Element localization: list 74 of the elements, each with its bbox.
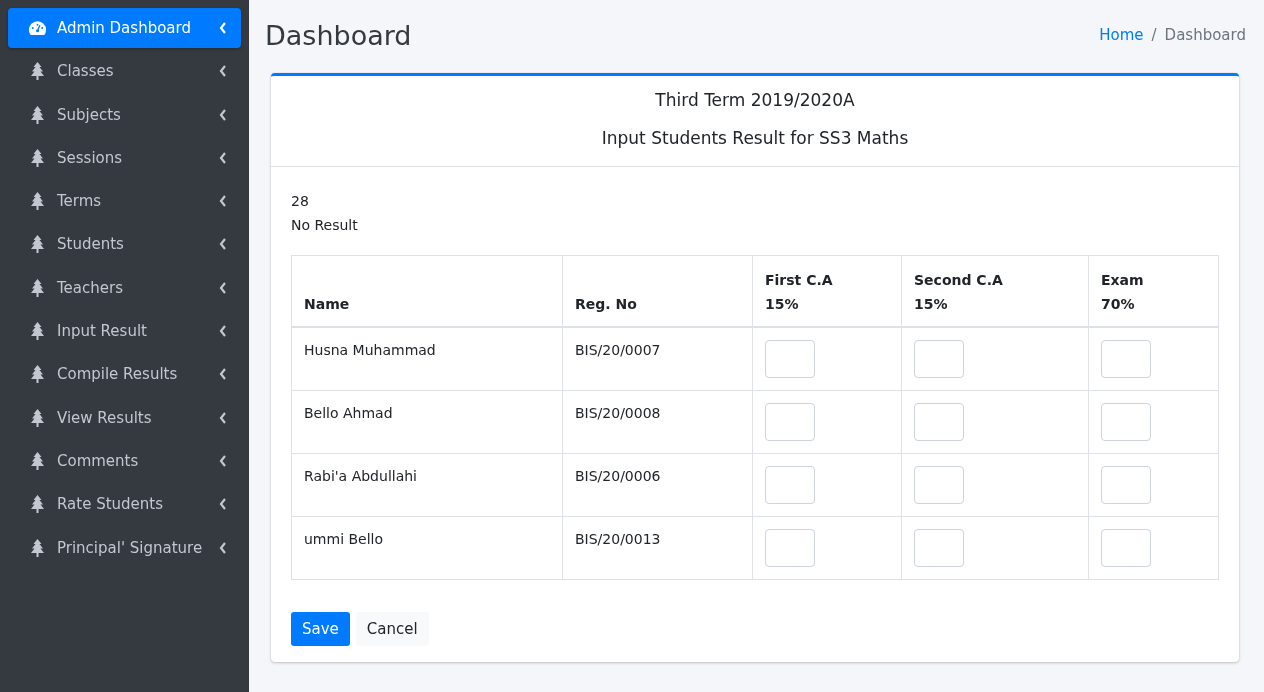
sidebar-item[interactable]: Admin Dashboard [8,8,241,48]
chevron-left-icon [219,151,227,164]
tree-icon [28,538,47,557]
score-input[interactable] [914,403,964,441]
sidebar-item[interactable]: Subjects [8,94,241,135]
cancel-button[interactable]: Cancel [355,612,429,646]
score-input[interactable] [765,466,815,504]
chevron-left-icon [219,22,227,34]
breadcrumb-separator: / [1151,26,1157,44]
table-cell: Bello Ahmad [291,390,563,454]
chevron-left-icon [219,238,227,251]
tree-icon [28,192,47,211]
breadcrumb-current: Dashboard [1164,26,1246,44]
tree-icon [28,62,47,81]
sidebar-item[interactable]: Terms [8,181,241,222]
chevron-left-icon [219,368,227,381]
chevron-left-icon [219,281,227,294]
table-cell: Husna Muhammad [291,327,563,391]
term-title: Third Term 2019/2020A [654,90,856,110]
table-cell: BIS/20/0006 [562,453,753,517]
score-input[interactable] [1101,403,1151,441]
score-input[interactable] [765,529,815,567]
column-header: Second C.A 15% [901,255,1089,327]
sidebar-item[interactable]: Compile Results [8,354,241,395]
tree-icon [28,105,47,124]
tree-icon [28,365,47,384]
table-cell: ummi Bello [291,516,563,580]
score-input[interactable] [1101,340,1151,378]
chevron-left-icon [219,454,227,467]
save-button[interactable]: Save [291,612,350,646]
chevron-left-icon [219,325,227,338]
tree-icon [28,322,47,341]
score-input[interactable] [1101,529,1151,567]
chevron-left-icon [219,541,227,554]
score-input[interactable] [914,529,964,567]
score-input[interactable] [914,466,964,504]
sidebar-item[interactable]: Principal' Signature [8,527,241,568]
column-header: Name [291,255,563,327]
tree-icon [28,148,47,167]
score-input[interactable] [1101,466,1151,504]
tree-icon [28,451,47,470]
chevron-left-icon [219,65,227,78]
sidebar-item[interactable]: Classes [8,51,241,92]
page-title: Dashboard [265,19,412,51]
tree-icon [28,495,47,514]
sidebar-item[interactable]: Rate Students [8,484,241,525]
sidebar-item[interactable]: Teachers [8,267,241,308]
table-cell: Rabi'a Abdullahi [291,453,563,517]
column-header: Reg. No [562,255,753,327]
sidebar-item[interactable]: Input Result [8,311,241,352]
score-input[interactable] [765,340,815,378]
chevron-left-icon [219,108,227,121]
tree-icon [28,408,47,427]
student-count: 28 [291,192,310,211]
sidebar-item[interactable]: Students [8,224,241,265]
table-cell: BIS/20/0013 [562,516,753,580]
chevron-left-icon [219,411,227,424]
gauge-icon [28,19,47,37]
tree-icon [28,278,47,297]
sidebar-item[interactable]: Comments [8,440,241,481]
table-cell: BIS/20/0008 [562,390,753,454]
column-header: First C.A 15% [752,255,902,327]
chevron-left-icon [219,498,227,511]
chevron-left-icon [219,195,227,208]
sidebar-item[interactable]: Sessions [8,137,241,178]
score-input[interactable] [914,340,964,378]
breadcrumb-link[interactable]: Home [1099,26,1144,44]
column-header: Exam 70% [1088,255,1219,327]
table-cell: BIS/20/0007 [562,327,753,391]
card-heading: Input Students Result for SS3 Maths [600,128,910,148]
tree-icon [28,235,47,254]
sidebar-item[interactable]: View Results [8,397,241,438]
status-text: No Result [291,216,359,235]
score-input[interactable] [765,403,815,441]
